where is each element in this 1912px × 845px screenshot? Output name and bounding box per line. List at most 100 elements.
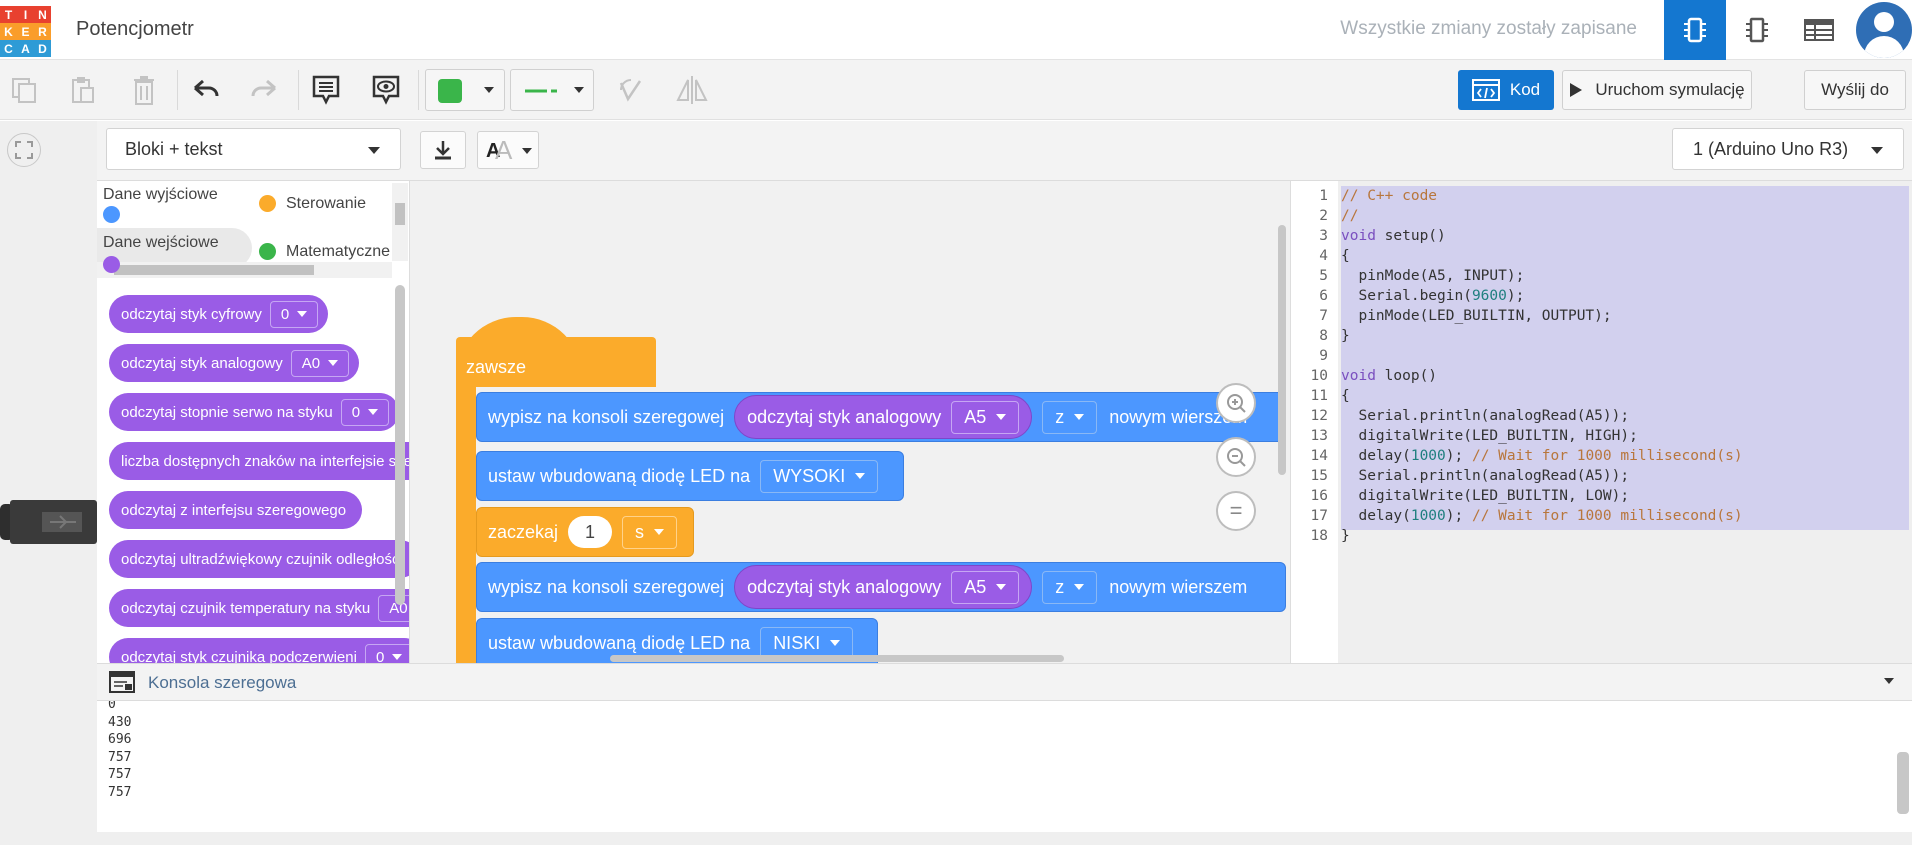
- delete-button[interactable]: [124, 70, 164, 110]
- chevron-down-icon[interactable]: [1884, 678, 1894, 684]
- code-line: //: [1341, 208, 1359, 224]
- board-select[interactable]: 1 (Arduino Uno R3): [1672, 128, 1904, 170]
- palette-block-dropdown[interactable]: 0: [269, 300, 319, 328]
- analog-read-block[interactable]: odczytaj styk analogowy A5: [734, 565, 1033, 609]
- zoom-to-fit-button[interactable]: [7, 133, 41, 167]
- flip-button[interactable]: [672, 70, 712, 110]
- serial-print-block[interactable]: wypisz na konsoli szeregowej odczytaj st…: [476, 562, 1286, 612]
- palette-block-label: odczytaj styk analogowy: [121, 354, 283, 372]
- zoom-in-button[interactable]: [1216, 383, 1256, 423]
- code-editor[interactable]: 1 2 3 4 5 6 7 8 9 10 11 12 13 14 15 16 17 18 // C++ code /…: [1290, 181, 1912, 663]
- line-number: 18: [1310, 528, 1328, 544]
- palette-block-dropdown[interactable]: A0: [290, 349, 350, 377]
- category-control-dot: [259, 195, 276, 212]
- fill-color-picker[interactable]: [425, 69, 505, 111]
- project-title[interactable]: Potencjometr: [76, 18, 194, 41]
- rotate-icon: [619, 79, 642, 102]
- wait-block[interactable]: zaczekaj 1 s: [476, 507, 694, 557]
- led-state-dropdown[interactable]: WYSOKI: [760, 459, 879, 493]
- code-button[interactable]: Kod: [1458, 70, 1554, 110]
- notes-visibility-button[interactable]: [366, 70, 406, 110]
- set-builtin-led-block[interactable]: ustaw wbudowaną diodę LED na WYSOKI: [476, 451, 904, 501]
- chevron-down-icon: [328, 360, 339, 366]
- palette-block[interactable]: odczytaj czujnik temperatury na styku A0: [109, 589, 409, 627]
- palette-scrollbar[interactable]: [395, 285, 405, 605]
- circuit-view-button[interactable]: [1664, 0, 1726, 60]
- code-line: digitalWrite(LED_BUILTIN, HIGH);: [1341, 428, 1638, 444]
- wire-type-picker[interactable]: [510, 69, 594, 111]
- line-number: 17: [1310, 508, 1328, 524]
- download-code-button[interactable]: [420, 131, 466, 169]
- category-scrollbar[interactable]: [392, 183, 408, 261]
- workspace-hscrollbar[interactable]: [610, 655, 1064, 662]
- category-output[interactable]: Dane wyjściowe: [103, 186, 218, 204]
- wait-value-input[interactable]: 1: [568, 516, 613, 548]
- palette-block[interactable]: odczytaj styk analogowy A0: [109, 344, 360, 382]
- code-text-area[interactable]: // C++ code // void setup() { pinMode(A5, I…: [1338, 181, 1912, 663]
- analog-read-block[interactable]: odczytaj styk analogowy A5: [734, 395, 1033, 439]
- console-line: 757: [108, 785, 132, 800]
- flip-icon: [676, 76, 708, 104]
- serial-console-bar[interactable]: [97, 663, 1912, 701]
- chevron-down-icon: [1074, 584, 1085, 590]
- font-size-button[interactable]: A A: [477, 131, 539, 169]
- circuit-canvas-strip[interactable]: [0, 121, 97, 845]
- analog-pin-dropdown[interactable]: A5: [951, 400, 1020, 434]
- line-number: 6: [1319, 288, 1328, 304]
- send-to-button[interactable]: Wyślij do: [1804, 70, 1906, 110]
- serial-console-title[interactable]: Konsola szeregowa: [148, 673, 296, 693]
- copy-button[interactable]: [4, 70, 44, 110]
- schematic-view-button[interactable]: [1726, 0, 1788, 60]
- notes-button[interactable]: [306, 70, 346, 110]
- analog-pin-dropdown[interactable]: A5: [951, 570, 1020, 604]
- code-line: delay(1000); // Wait for 1000 millisecon…: [1341, 508, 1743, 524]
- palette-block[interactable]: liczba dostępnych znaków na interfejsie …: [109, 442, 409, 480]
- rotate-button[interactable]: [611, 70, 651, 110]
- serial-print-block[interactable]: wypisz na konsoli szeregowej odczytaj st…: [476, 392, 1286, 442]
- top-header: TINKERCAD Potencjometr Wszystkie zmiany …: [0, 0, 1912, 60]
- category-input[interactable]: Dane wejściowe: [103, 234, 219, 252]
- redo-button[interactable]: [244, 70, 284, 110]
- line-number: 5: [1319, 268, 1328, 284]
- category-control[interactable]: Sterowanie: [286, 195, 366, 213]
- start-simulation-button[interactable]: Uruchom symulację: [1562, 70, 1752, 110]
- console-scrollbar[interactable]: [1897, 752, 1909, 814]
- palette-block[interactable]: odczytaj styk czujnika podczerwieni 0: [109, 638, 409, 664]
- undo-button[interactable]: [186, 70, 226, 110]
- user-avatar[interactable]: [1856, 2, 1912, 58]
- chevron-down-icon: [574, 87, 584, 93]
- palette-block[interactable]: odczytaj ultradźwiękowy czujnik odległoś…: [109, 540, 409, 578]
- palette-block[interactable]: odczytaj z interfejsu szeregowego: [109, 491, 363, 529]
- logo-letter: R: [34, 23, 51, 40]
- palette-block-dropdown[interactable]: 0: [364, 643, 409, 663]
- zoom-out-icon: [1227, 448, 1246, 467]
- chevron-down-icon: [392, 654, 403, 660]
- tinkercad-logo[interactable]: TINKERCAD: [0, 6, 51, 57]
- logo-letter: A: [17, 40, 34, 57]
- palette-block[interactable]: odczytaj styk cyfrowy 0: [109, 295, 329, 333]
- palette-block-dropdown[interactable]: 0: [340, 398, 390, 426]
- newline-dropdown[interactable]: z: [1042, 570, 1098, 604]
- palette-block[interactable]: odczytaj stopnie serwo na styku 0: [109, 393, 400, 431]
- console-line: 696: [108, 732, 132, 748]
- editor-mode-select[interactable]: Bloki + tekst: [106, 128, 401, 170]
- category-math-dot: [259, 243, 276, 260]
- palette-block-label: odczytaj styk czujnika podczerwieni: [121, 648, 357, 664]
- code-line: // C++ code: [1341, 188, 1438, 204]
- newline-dropdown[interactable]: z: [1042, 400, 1098, 434]
- blocks-workspace[interactable]: zawsze wypisz na konsoli szeregowej odcz…: [410, 181, 1290, 663]
- category-hscrollbar[interactable]: [97, 262, 392, 278]
- category-math[interactable]: Matematyczne: [286, 243, 390, 261]
- serial-console-output: 0 430 696 757 757 757: [97, 701, 1912, 832]
- workspace-vscrollbar[interactable]: [1278, 225, 1286, 475]
- console-line: 430: [108, 714, 132, 730]
- trash-icon: [134, 76, 154, 105]
- line-number: 11: [1310, 388, 1328, 404]
- wait-unit-dropdown[interactable]: s: [622, 515, 678, 549]
- component-list-button[interactable]: [1788, 0, 1850, 60]
- chevron-down-icon: [830, 640, 841, 646]
- paste-button[interactable]: [62, 70, 102, 110]
- zoom-out-button[interactable]: [1216, 437, 1256, 477]
- zoom-reset-button[interactable]: =: [1216, 491, 1256, 531]
